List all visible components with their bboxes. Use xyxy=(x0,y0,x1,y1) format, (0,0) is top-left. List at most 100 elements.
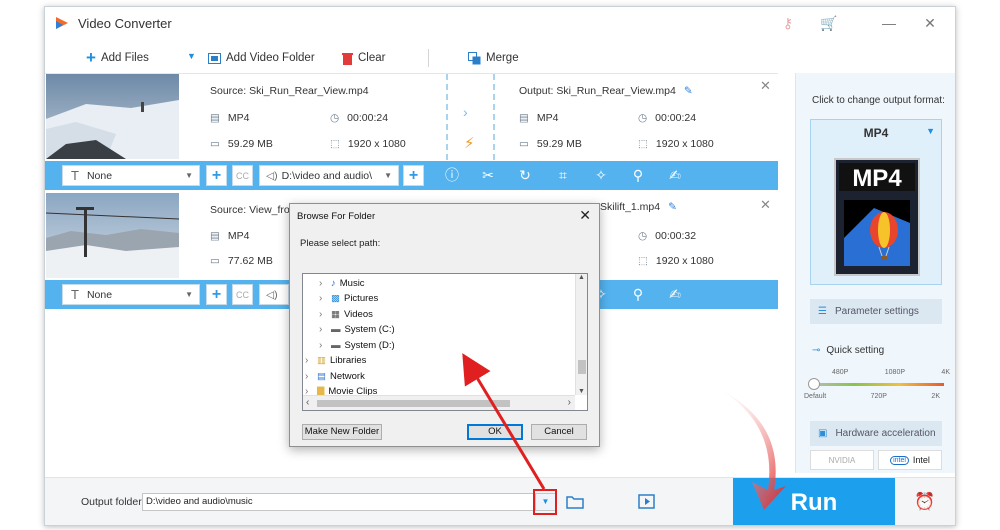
info-icon[interactable]: ⓘ xyxy=(443,167,461,184)
output-format-value: MP4 xyxy=(863,126,889,140)
tree-vertical-scrollbar[interactable]: ▲ ▼ xyxy=(575,274,587,395)
video-file-icon: ▤ xyxy=(210,230,220,242)
audio-track-select[interactable]: ◁) xyxy=(259,284,289,305)
tree-item-system-c[interactable]: › ▬ System (C:) xyxy=(319,322,395,337)
quality-slider-handle[interactable] xyxy=(808,378,820,390)
add-subtitle-button[interactable]: + xyxy=(206,284,227,305)
tree-item-network[interactable]: › ▤ Network xyxy=(305,369,365,384)
chevron-down-icon: ▼ xyxy=(185,290,193,299)
remove-file-icon[interactable]: ✕ xyxy=(760,197,771,213)
tree-item-libraries[interactable]: › ▥ Libraries xyxy=(305,353,366,368)
source-format: ▤ MP4 xyxy=(210,230,250,242)
toolbar-divider xyxy=(428,49,429,67)
edit-subtitle-icon[interactable]: ✍ xyxy=(666,167,684,184)
source-size-value: 77.62 MB xyxy=(227,255,273,267)
make-new-folder-button[interactable]: Make New Folder xyxy=(302,424,382,440)
output-duration: ◷ 00:00:24 xyxy=(638,112,696,124)
hardware-acceleration-label: Hardware acceleration xyxy=(835,428,936,439)
merge-icon xyxy=(468,51,481,64)
scissors-icon[interactable]: ✂ xyxy=(479,167,497,184)
scroll-left-icon[interactable]: ‹ xyxy=(306,397,309,408)
source-format-value: MP4 xyxy=(227,230,250,242)
add-files-label: Add Files xyxy=(100,52,149,64)
add-files-button[interactable]: + Add Files xyxy=(86,48,149,67)
intel-option[interactable]: intel Intel xyxy=(878,450,942,470)
dialog-close-icon[interactable]: ✕ xyxy=(579,207,591,224)
svg-text:MP4: MP4 xyxy=(852,165,902,192)
output-folder-input[interactable]: D:\video and audio\music xyxy=(142,493,556,511)
edit-icon[interactable]: ✎ xyxy=(668,201,677,213)
tree-item-label: Network xyxy=(329,371,365,382)
ok-button[interactable]: OK xyxy=(467,424,523,440)
watermark-icon[interactable]: ⚲ xyxy=(629,167,647,184)
key-icon[interactable]: ⚷ xyxy=(780,15,796,31)
audio-track-select[interactable]: ◁) D:\video and audio\ ▼ xyxy=(259,165,399,186)
close-button[interactable]: ✕ xyxy=(922,15,938,31)
file-action-bar: T None ▼ + CC ◁) D:\video and audio\ ▼ +… xyxy=(45,161,778,190)
parameter-settings-button[interactable]: ☰ Parameter settings xyxy=(810,299,942,324)
output-filename-value: Skilift_1.mp4 xyxy=(600,201,661,213)
merge-button[interactable]: Merge xyxy=(468,49,519,67)
app-title: Video Converter xyxy=(78,16,172,31)
alarm-clock-icon[interactable]: ⏰ xyxy=(914,492,935,512)
open-folder-icon[interactable] xyxy=(566,494,584,509)
cc-button[interactable]: CC xyxy=(232,165,253,186)
resolution-icon: ⬚ xyxy=(638,138,648,150)
quality-label: 480P xyxy=(832,369,849,376)
add-audio-button[interactable]: + xyxy=(403,165,424,186)
scrollbar-thumb[interactable] xyxy=(578,360,586,374)
clear-button[interactable]: Clear xyxy=(342,49,385,67)
scroll-right-icon[interactable]: › xyxy=(568,397,571,408)
subtitle-value: None xyxy=(86,288,113,301)
scroll-down-icon[interactable]: ▼ xyxy=(578,388,585,395)
output-video-icon[interactable] xyxy=(638,494,656,509)
add-subtitle-button[interactable]: + xyxy=(206,165,227,186)
add-video-folder-button[interactable]: Add Video Folder xyxy=(208,49,315,67)
folder-icon xyxy=(208,53,221,64)
browse-folder-dialog: Browse For Folder ✕ Please select path: … xyxy=(289,203,600,447)
cancel-button[interactable]: Cancel xyxy=(531,424,587,440)
scrollbar-thumb[interactable] xyxy=(317,400,510,407)
output-format: ▤ MP4 xyxy=(519,112,559,124)
cart-icon[interactable]: 🛒 xyxy=(820,15,837,31)
cc-button[interactable]: CC xyxy=(232,284,253,305)
subtitle-select[interactable]: T None ▼ xyxy=(62,165,200,186)
hardware-acceleration-button[interactable]: ▣ Hardware acceleration xyxy=(810,421,942,446)
crop-icon[interactable]: ⌗ xyxy=(554,167,572,184)
merge-label: Merge xyxy=(486,52,519,64)
add-files-dropdown-icon[interactable]: ▼ xyxy=(187,51,196,61)
output-duration-value: 00:00:32 xyxy=(655,230,697,242)
source-resolution-value: 1920 x 1080 xyxy=(347,138,406,150)
tree-horizontal-scrollbar[interactable]: ‹ › xyxy=(303,395,575,410)
tree-item-system-d[interactable]: › ▬ System (D:) xyxy=(319,338,395,353)
remove-file-icon[interactable]: ✕ xyxy=(760,78,771,94)
tree-item-pictures[interactable]: › ▩ Pictures xyxy=(319,291,378,306)
effects-wand-icon[interactable]: ✧ xyxy=(592,167,610,184)
quality-slider-track[interactable] xyxy=(810,383,944,386)
trash-icon xyxy=(342,52,353,65)
chevron-down-icon: ▼ xyxy=(926,126,935,136)
source-resolution: ⬚ 1920 x 1080 xyxy=(330,138,406,150)
tree-item-videos[interactable]: › ▦ Videos xyxy=(319,307,373,322)
format-prompt: Click to change output format: xyxy=(812,95,945,106)
tree-item-music[interactable]: › ♪ Music xyxy=(319,276,365,291)
source-format-value: MP4 xyxy=(227,112,250,124)
edit-icon[interactable]: ✎ xyxy=(684,85,693,97)
output-filename-value: Output: Ski_Run_Rear_View.mp4 xyxy=(519,85,676,97)
quality-label: 1080P xyxy=(884,369,906,376)
video-thumbnail[interactable] xyxy=(46,193,179,278)
watermark-icon[interactable]: ⚲ xyxy=(629,286,647,303)
output-folder-dropdown[interactable]: ▼ xyxy=(535,493,556,511)
audio-track-value: D:\video and audio\ xyxy=(281,169,373,182)
edit-subtitle-icon[interactable]: ✍ xyxy=(666,286,684,303)
run-button[interactable]: Run xyxy=(733,478,895,525)
output-folder-label: Output folder: xyxy=(81,496,145,508)
subtitle-select[interactable]: T None ▼ xyxy=(62,284,200,305)
clear-label: Clear xyxy=(358,52,386,64)
nvidia-option[interactable]: NVIDIA xyxy=(810,450,874,470)
video-thumbnail[interactable] xyxy=(46,74,179,159)
scroll-up-icon[interactable]: ▲ xyxy=(578,274,585,281)
rotate-icon[interactable]: ↻ xyxy=(516,167,534,184)
minimize-button[interactable]: — xyxy=(881,15,897,31)
output-format-selector[interactable]: MP4 ▼ MP4 xyxy=(810,119,942,285)
